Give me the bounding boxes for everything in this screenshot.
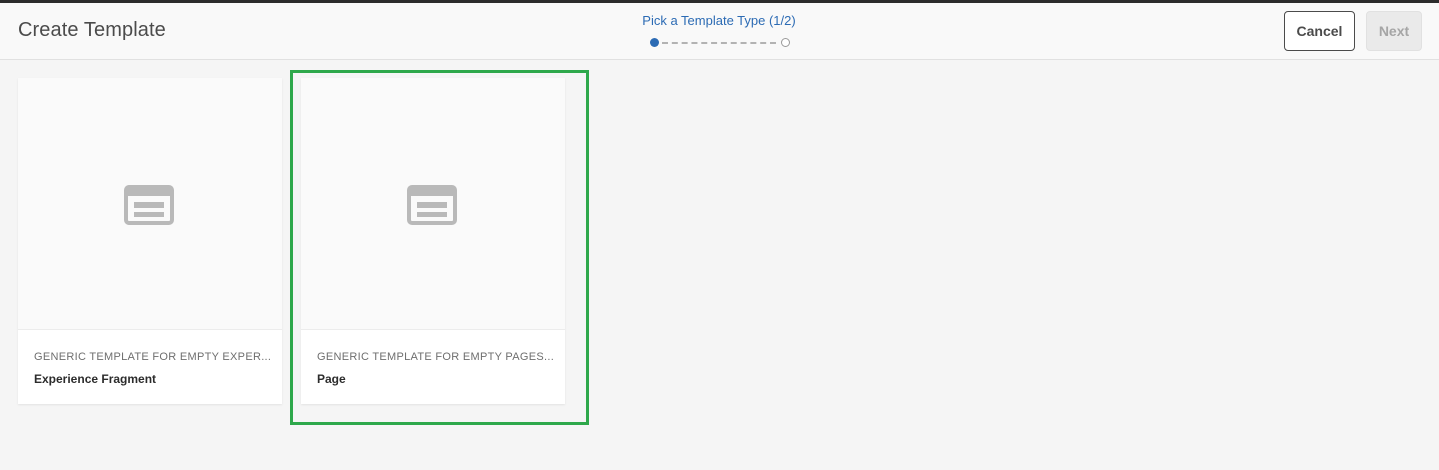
card-description: GENERIC TEMPLATE FOR EMPTY PAGES... bbox=[317, 351, 553, 363]
card-thumbnail bbox=[301, 78, 565, 330]
wizard-progress: Pick a Template Type (1/2) bbox=[600, 12, 838, 52]
page-title: Create Template bbox=[18, 19, 166, 41]
wizard-step-label: Pick a Template Type (1/2) bbox=[642, 13, 796, 28]
header-bar: Create Template Pick a Template Type (1/… bbox=[0, 3, 1439, 60]
step-1-indicator bbox=[650, 38, 659, 47]
template-card-page[interactable]: GENERIC TEMPLATE FOR EMPTY PAGES... Page bbox=[301, 78, 565, 404]
card-title: Experience Fragment bbox=[34, 372, 157, 386]
wizard-stepper bbox=[650, 38, 790, 48]
cancel-button[interactable]: Cancel bbox=[1284, 11, 1355, 51]
card-thumbnail bbox=[18, 78, 282, 330]
template-placeholder-icon bbox=[124, 185, 174, 225]
step-2-indicator bbox=[781, 38, 790, 47]
template-placeholder-icon bbox=[407, 185, 457, 225]
card-description: GENERIC TEMPLATE FOR EMPTY EXPER... bbox=[34, 351, 270, 363]
next-button[interactable]: Next bbox=[1366, 11, 1422, 51]
card-title: Page bbox=[317, 372, 346, 386]
step-connector bbox=[662, 42, 776, 44]
template-card-experience-fragment[interactable]: GENERIC TEMPLATE FOR EMPTY EXPER... Expe… bbox=[18, 78, 282, 404]
